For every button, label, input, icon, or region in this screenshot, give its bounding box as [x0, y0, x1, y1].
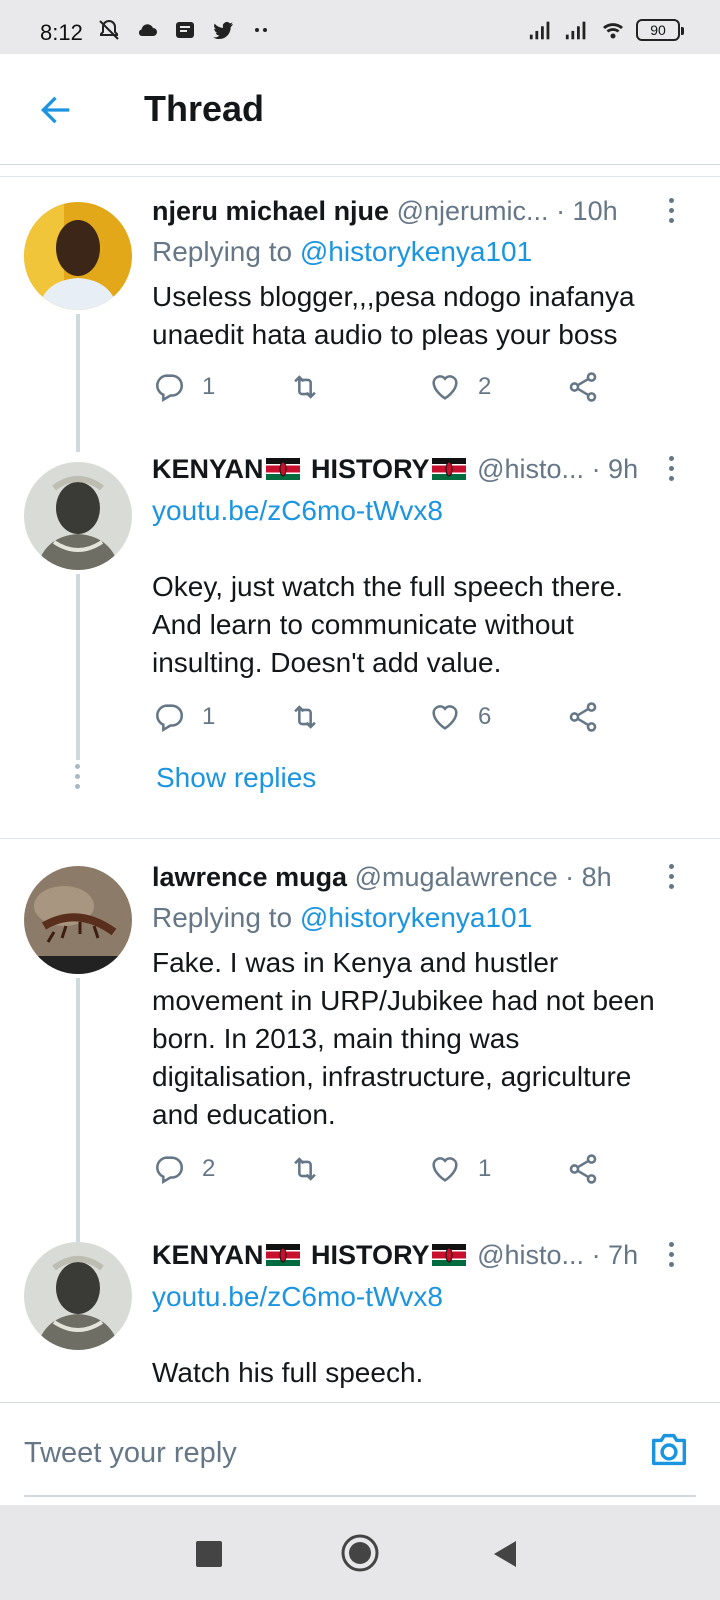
system-nav-bar	[0, 1505, 720, 1600]
top-app-bar: Thread	[0, 54, 720, 165]
retweet-button[interactable]	[288, 1152, 322, 1186]
more-icon[interactable]	[666, 1242, 676, 1272]
author-handle: @njerumic...	[396, 196, 549, 226]
avatar[interactable]	[24, 866, 132, 974]
share-button[interactable]	[566, 1152, 600, 1186]
reply-input[interactable]	[24, 1433, 624, 1473]
status-bar: 8:12 90	[0, 0, 720, 54]
author-handle: @histo...	[477, 454, 585, 484]
kenya-flag-icon	[265, 458, 300, 480]
battery-icon: 90	[636, 19, 684, 41]
author-handle: @histo...	[477, 1240, 585, 1270]
tweet-time: · 8h	[565, 862, 612, 892]
twitter-bird-icon	[213, 22, 233, 40]
tweet-time: · 9h	[591, 454, 639, 484]
retweet-icon	[294, 375, 316, 399]
like-button[interactable]: 1	[428, 1152, 491, 1186]
retweet-button[interactable]	[288, 370, 322, 404]
avatar[interactable]	[24, 202, 132, 310]
signal-icon	[565, 21, 586, 40]
tweet-time: · 7h	[591, 1240, 639, 1270]
more-notifications-icon	[255, 28, 267, 32]
reply-button[interactable]: 1	[152, 370, 215, 404]
author-name[interactable]: lawrence muga	[152, 862, 347, 892]
kenya-flag-icon	[265, 1244, 300, 1266]
like-count: 1	[478, 1155, 492, 1182]
tweet-actions: 2 1	[152, 1152, 622, 1192]
reply-count: 1	[202, 703, 216, 730]
mention-link[interactable]: @historykenya101	[300, 902, 532, 933]
home-button-icon[interactable]	[340, 1533, 380, 1573]
tweet-link[interactable]: youtu.be/zC6mo-tWvx8	[152, 1278, 690, 1316]
like-icon	[432, 1157, 458, 1182]
author-name[interactable]: njeru michael njue	[152, 196, 389, 226]
reply-icon	[156, 704, 184, 733]
share-icon	[569, 702, 597, 732]
retweet-button[interactable]	[288, 700, 322, 734]
like-count: 6	[478, 703, 492, 730]
reply-underline	[24, 1495, 696, 1497]
tweet-actions: 1 2	[152, 370, 622, 410]
status-time: 8:12	[40, 20, 83, 45]
like-button[interactable]: 2	[428, 370, 491, 404]
thread-ellipsis	[75, 764, 80, 794]
author-name[interactable]: KENYAN HISTORY	[152, 1240, 470, 1270]
tweet-text: Useless blogger,,,pesa ndogo inafanya un…	[152, 281, 635, 350]
more-icon[interactable]	[666, 456, 676, 486]
avatar[interactable]	[24, 462, 132, 570]
thread-line	[76, 314, 80, 452]
like-count: 2	[478, 373, 492, 400]
wifi-icon	[603, 23, 623, 39]
replying-to: Replying to @historykenya101	[152, 902, 533, 933]
tweet-text: youtu.be/zC6mo-tWvx8 Watch his full spee…	[152, 1278, 690, 1392]
thread-line	[76, 574, 80, 760]
camera-icon[interactable]	[646, 1427, 692, 1473]
tweet-time: · 10h	[556, 196, 618, 226]
share-icon	[569, 372, 597, 402]
tweet-text: youtu.be/zC6mo-tWvx8 Okey, just watch th…	[152, 492, 690, 682]
reply-count: 1	[202, 373, 216, 400]
tweet-link[interactable]: youtu.be/zC6mo-tWvx8	[152, 492, 690, 530]
signal-icon	[529, 21, 550, 40]
tweet-text: Fake. I was in Kenya and hustler movemen…	[152, 947, 655, 1130]
cloud-icon	[138, 24, 157, 36]
share-button[interactable]	[566, 700, 600, 734]
show-replies-link[interactable]: Show replies	[156, 762, 316, 794]
retweet-icon	[294, 1157, 316, 1181]
avatar[interactable]	[24, 1242, 132, 1350]
message-icon	[176, 22, 194, 38]
reply-icon	[156, 374, 184, 403]
like-icon	[432, 375, 458, 400]
recents-button-icon[interactable]	[196, 1541, 222, 1567]
author-name[interactable]: KENYAN HISTORY	[152, 454, 470, 484]
page-title: Thread	[144, 88, 265, 129]
reply-count: 2	[202, 1155, 216, 1182]
kenya-flag-icon	[431, 1244, 466, 1266]
more-icon[interactable]	[666, 198, 676, 228]
author-handle: @mugalawrence	[354, 862, 558, 892]
mute-icon	[99, 19, 119, 40]
retweet-icon	[294, 705, 316, 729]
share-icon	[569, 1154, 597, 1184]
like-button[interactable]: 6	[428, 700, 491, 734]
reply-composer	[0, 1402, 720, 1503]
reply-button[interactable]: 1	[152, 700, 215, 734]
share-button[interactable]	[566, 370, 600, 404]
header-divider	[0, 166, 720, 177]
back-button-icon[interactable]	[492, 1539, 518, 1569]
reply-button[interactable]: 2	[152, 1152, 215, 1186]
thread-divider	[0, 838, 720, 839]
kenya-flag-icon	[431, 458, 466, 480]
tweet-actions: 1 6	[152, 700, 622, 740]
mention-link[interactable]: @historykenya101	[300, 236, 532, 267]
reply-icon	[156, 1156, 184, 1185]
replying-to: Replying to @historykenya101	[152, 236, 533, 267]
like-icon	[432, 705, 458, 730]
back-arrow-icon[interactable]	[36, 90, 76, 130]
more-icon[interactable]	[666, 864, 676, 894]
